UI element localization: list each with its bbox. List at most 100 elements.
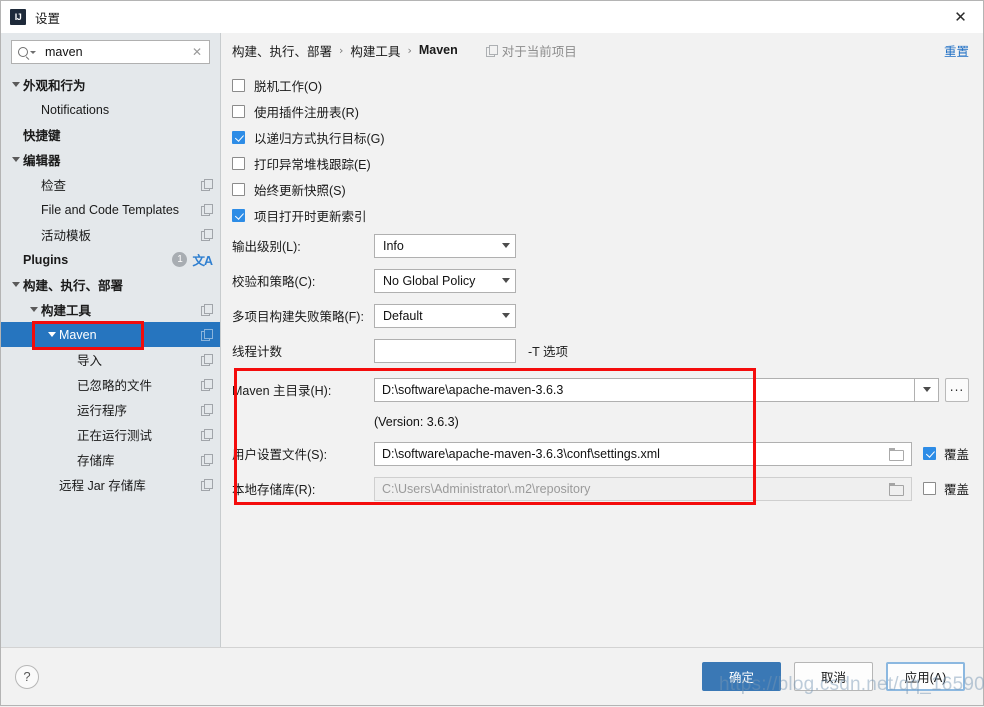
sidebar-item-14[interactable]: 正在运行测试 <box>1 422 220 447</box>
field-select-2[interactable]: Default <box>374 303 516 328</box>
sidebar-item-label: 构建工具 <box>41 304 92 318</box>
close-icon[interactable]: ✕ <box>938 1 983 33</box>
folder-icon[interactable] <box>888 483 904 496</box>
copy-icon[interactable] <box>201 379 213 391</box>
copy-icon[interactable] <box>201 179 213 191</box>
copy-icon[interactable] <box>201 204 213 216</box>
copy-icon <box>485 44 498 57</box>
checkbox-3[interactable] <box>232 156 245 170</box>
copy-icon[interactable] <box>201 454 213 466</box>
breadcrumb-item-0[interactable]: 构建、执行、部署 <box>232 41 332 60</box>
field-label-3: 线程计数 <box>232 345 283 359</box>
field-label-2: 多项目构建失败策略(F): <box>232 310 364 324</box>
sidebar-item-label: 远程 Jar 存储库 <box>59 479 146 493</box>
sidebar-item-3[interactable]: 编辑器 <box>1 147 220 172</box>
checkbox-2[interactable] <box>232 130 245 144</box>
sidebar-item-15[interactable]: 存储库 <box>1 447 220 472</box>
breadcrumb-separator: › <box>339 43 344 57</box>
option-checkbox-row-1[interactable]: 使用插件注册表(R) <box>232 98 969 124</box>
maven-home-label: Maven 主目录(H): <box>232 384 332 398</box>
sidebar-item-5[interactable]: File and Code Templates <box>1 197 220 222</box>
sidebar-item-label: 检查 <box>41 179 67 193</box>
checkbox-5[interactable] <box>232 208 245 222</box>
chevron-down-icon[interactable] <box>9 82 23 87</box>
title-bar: IJ 设置 ✕ <box>1 1 983 33</box>
field-select-0[interactable]: Info <box>374 233 516 258</box>
translate-icon[interactable]: 文A <box>192 250 213 269</box>
dialog-button-0[interactable]: 确定 <box>702 662 781 691</box>
sidebar-item-label: 已忽略的文件 <box>77 379 153 393</box>
reset-link[interactable]: 重置 <box>944 41 969 60</box>
user-settings-input[interactable]: D:\software\apache-maven-3.6.3\conf\sett… <box>374 441 912 466</box>
sidebar-item-label: 构建、执行、部署 <box>23 279 124 293</box>
field-select-1[interactable]: No Global Policy <box>374 268 516 293</box>
help-button[interactable]: ? <box>15 664 39 689</box>
local-repo-input[interactable]: C:\Users\Administrator\.m2\repository <box>374 476 912 501</box>
local-repo-value: C:\Users\Administrator\.m2\repository <box>382 481 591 496</box>
checkbox-label-3: 打印异常堆栈跟踪(E) <box>254 157 371 172</box>
maven-version-row: (Version: 3.6.3) <box>232 407 969 436</box>
maven-home-dropdown-icon[interactable] <box>915 377 939 402</box>
thread-count-input[interactable] <box>374 338 516 363</box>
sidebar-item-13[interactable]: 运行程序 <box>1 397 220 422</box>
clear-search-icon[interactable]: ✕ <box>190 45 204 59</box>
breadcrumb: 构建、执行、部署 › 构建工具 › Maven 对于当前项目 重置 <box>221 33 983 67</box>
sidebar-item-16[interactable]: 远程 Jar 存储库 <box>1 472 220 497</box>
checkbox-1[interactable] <box>232 104 245 118</box>
user-settings-row: 用户设置文件(S): D:\software\apache-maven-3.6.… <box>232 436 969 471</box>
dialog-button-1[interactable]: 取消 <box>794 662 873 691</box>
sidebar-item-2[interactable]: 快捷键 <box>1 122 220 147</box>
sidebar-item-6[interactable]: 活动模板 <box>1 222 220 247</box>
sidebar-item-10[interactable]: Maven <box>1 322 220 347</box>
app-logo-icon: IJ <box>10 9 26 25</box>
folder-icon[interactable] <box>888 448 904 461</box>
sidebar-item-1[interactable]: Notifications <box>1 97 220 122</box>
breadcrumb-item-1[interactable]: 构建工具 <box>350 41 400 60</box>
copy-icon[interactable] <box>201 354 213 366</box>
checkbox-4[interactable] <box>232 182 245 196</box>
window-title: 设置 <box>35 11 61 26</box>
maven-version-text: (Version: 3.6.3) <box>374 414 459 429</box>
sidebar-item-12[interactable]: 已忽略的文件 <box>1 372 220 397</box>
chevron-down-icon[interactable] <box>27 307 41 312</box>
local-repo-override-checkbox[interactable] <box>922 482 936 495</box>
maven-home-browse-button[interactable]: ... <box>945 377 969 402</box>
sidebar-item-9[interactable]: 构建工具 <box>1 297 220 322</box>
dialog-button-2[interactable]: 应用(A) <box>886 662 965 691</box>
sidebar-item-7[interactable]: Plugins 1 文A <box>1 247 220 272</box>
sidebar-item-8[interactable]: 构建、执行、部署 <box>1 272 220 297</box>
user-settings-label: 用户设置文件(S): <box>232 448 328 462</box>
setting-field-row-1: 校验和策略(C): No Global Policy <box>232 263 969 298</box>
maven-home-input[interactable]: D:\software\apache-maven-3.6.3 <box>374 377 915 402</box>
sidebar-item-0[interactable]: 外观和行为 <box>1 72 220 97</box>
checkbox-0[interactable] <box>232 78 245 92</box>
user-settings-override-checkbox[interactable] <box>922 447 936 460</box>
copy-icon[interactable] <box>201 479 213 491</box>
settings-dialog: IJ 设置 ✕ maven ✕ 外观和行为 Notifications 快捷键 编辑器… <box>0 0 984 706</box>
sidebar-item-label: 活动模板 <box>41 229 92 243</box>
maven-home-row: Maven 主目录(H): D:\software\apache-maven-3… <box>232 372 969 407</box>
user-settings-override-toggle[interactable]: 覆盖 <box>922 444 969 463</box>
chevron-down-icon[interactable] <box>9 157 23 162</box>
dialog-footer: ? 确定 取消 应用(A) <box>1 647 983 705</box>
option-checkbox-row-4[interactable]: 始终更新快照(S) <box>232 176 969 202</box>
settings-tree: 外观和行为 Notifications 快捷键 编辑器检查 File and Code … <box>1 70 220 647</box>
option-checkbox-row-5[interactable]: 项目打开时更新索引 <box>232 202 969 228</box>
sidebar-item-11[interactable]: 导入 <box>1 347 220 372</box>
chevron-down-icon[interactable] <box>9 282 23 287</box>
copy-icon[interactable] <box>201 329 213 341</box>
copy-icon[interactable] <box>201 429 213 441</box>
option-checkbox-row-3[interactable]: 打印异常堆栈跟踪(E) <box>232 150 969 176</box>
sidebar-item-4[interactable]: 检查 <box>1 172 220 197</box>
option-checkbox-row-0[interactable]: 脱机工作(O) <box>232 72 969 98</box>
copy-icon[interactable] <box>201 304 213 316</box>
search-input[interactable]: maven ✕ <box>11 40 210 64</box>
copy-icon[interactable] <box>201 404 213 416</box>
search-icon[interactable] <box>18 47 36 57</box>
local-repo-override-toggle[interactable]: 覆盖 <box>922 479 969 498</box>
chevron-down-icon[interactable] <box>45 332 59 337</box>
sidebar-item-label: 外观和行为 <box>23 79 86 93</box>
user-settings-override-label: 覆盖 <box>943 448 969 462</box>
option-checkbox-row-2[interactable]: 以递归方式执行目标(G) <box>232 124 969 150</box>
copy-icon[interactable] <box>201 229 213 241</box>
